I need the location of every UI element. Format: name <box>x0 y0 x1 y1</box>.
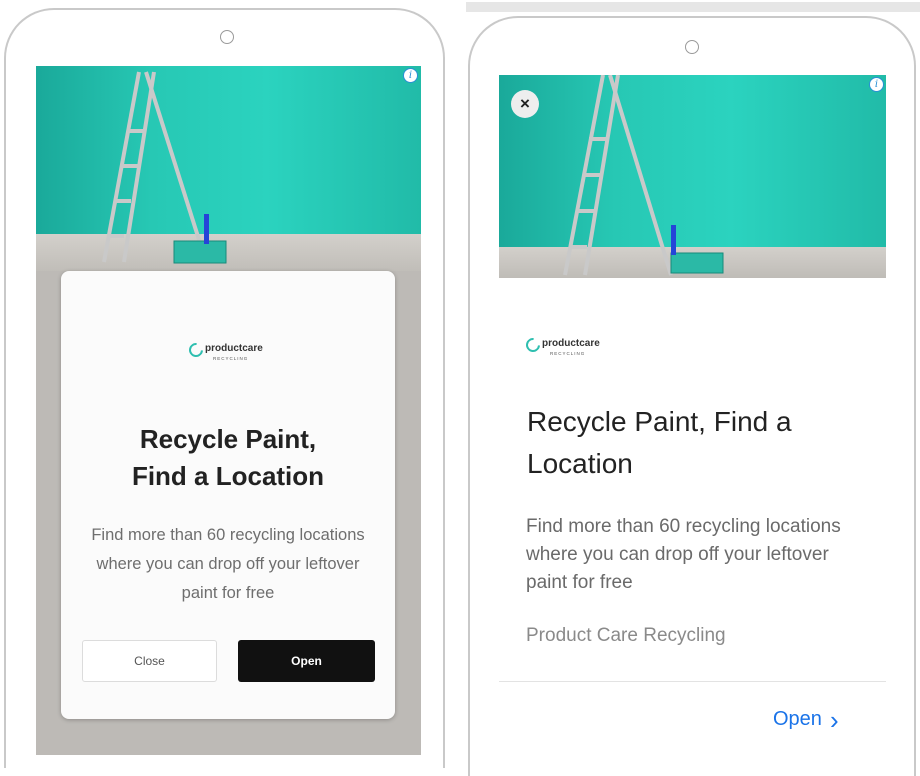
chevron-right-icon: › <box>829 704 839 735</box>
ad-description: Find more than 60 recycling locations wh… <box>526 516 841 593</box>
camera-dot-left <box>220 30 234 44</box>
open-button[interactable]: Open <box>238 640 375 682</box>
logo-sub: RECYCLING <box>550 351 586 356</box>
ad-description: Find more than 60 recycling locations wh… <box>91 526 365 602</box>
logo-sub: RECYCLING <box>213 356 249 361</box>
logo-brand: productcare <box>205 343 263 354</box>
divider <box>499 681 886 682</box>
ladder-image-left <box>36 66 421 271</box>
productcare-logo: productcare RECYCLING <box>523 333 600 356</box>
info-icon[interactable]: i <box>403 68 418 83</box>
advertiser-name: Product Care Recycling <box>526 625 726 646</box>
camera-dot-right <box>685 40 699 54</box>
top-gray-bar <box>466 2 920 12</box>
logo-brand: productcare <box>542 338 600 349</box>
interstitial-modal: productcare RECYCLING Recycle Paint, Fin… <box>61 271 395 719</box>
close-icon[interactable]: × <box>511 90 539 118</box>
ad-title: Recycle Paint, Find a Location <box>131 424 325 491</box>
productcare-logo: productcare RECYCLING <box>186 338 263 361</box>
ad-screen-right: × i productcare RECYCLING Recycle Paint,… <box>499 75 886 755</box>
open-link[interactable]: Open › <box>773 704 839 735</box>
ladder-image-right: × <box>499 75 886 278</box>
info-icon[interactable]: i <box>869 77 884 92</box>
close-button[interactable]: Close <box>82 640 217 682</box>
open-label: Open <box>773 708 822 730</box>
ad-title: Recycle Paint, Find a Location <box>527 406 792 479</box>
ad-screen-left: i productcare RECYCLING Recycle Paint, F… <box>36 66 421 755</box>
